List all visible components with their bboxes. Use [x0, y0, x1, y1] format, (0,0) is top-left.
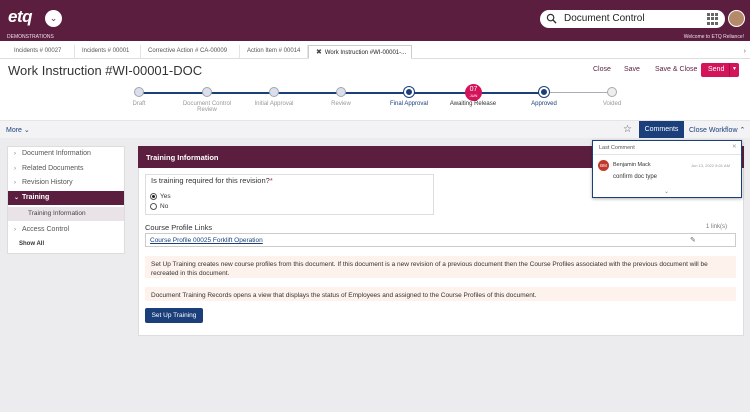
tab-scroll-arrow-icon[interactable]: ›	[744, 48, 746, 55]
nav-access-control[interactable]: › Access Control	[8, 223, 124, 237]
document-toolbar: More ⌄ ☆ Comments Close Workflow ⌃	[0, 120, 750, 139]
tab-work-instruction[interactable]: ✖ Work Instruction #WI-00001-...	[308, 45, 412, 59]
commenter-name: Benjamin Mack	[613, 162, 651, 168]
workflow-label-awaiting-release: Awaiting Release	[449, 101, 497, 107]
workflow-node-voided[interactable]	[607, 87, 617, 97]
tab-incidents-00027[interactable]: Incidents # 00027	[7, 45, 75, 59]
page-title: Work Instruction #WI-00001-DOC	[8, 63, 203, 78]
close-workflow-label: Close Workflow	[689, 127, 738, 134]
last-comment-title: Last Comment	[599, 145, 635, 151]
sub-header: DEMONSTRATIONS Welcome to ETQ Reliance!	[0, 34, 750, 41]
nav-related-documents[interactable]: › Related Documents	[8, 162, 124, 176]
workflow-node-draft[interactable]	[134, 87, 144, 97]
nav-label: Training	[22, 194, 50, 201]
setup-training-note: Set Up Training creates new course profi…	[145, 256, 736, 278]
show-all-link[interactable]: Show All	[19, 241, 44, 247]
tab-incidents-00001[interactable]: Incidents # 00001	[75, 45, 141, 59]
nav-label: Access Control	[22, 226, 70, 233]
workflow-node-doc-control-review[interactable]	[202, 87, 212, 97]
nav-label: Related Documents	[22, 165, 84, 172]
more-menu[interactable]: More ⌄	[6, 126, 30, 134]
app-menu-chevron-icon[interactable]: ⌄	[45, 10, 62, 27]
nav-revision-history[interactable]: › Revision History	[8, 176, 124, 190]
links-count: 1 link(s)	[706, 224, 728, 230]
save-button[interactable]: Save	[624, 66, 640, 73]
chevron-down-icon: ⌄	[23, 127, 30, 134]
nav-training[interactable]: ⌄ Training	[8, 191, 124, 205]
panel-title: Training Information	[146, 153, 219, 162]
chevron-right-icon: ›	[14, 227, 16, 233]
top-header: etq ⌄ Document Control	[0, 0, 750, 34]
workflow-remaining-line	[544, 92, 612, 93]
workflow-label-doc-control-review: Document Control Review	[182, 101, 232, 113]
close-icon[interactable]: ✕	[732, 144, 737, 150]
application-name: Document Control	[564, 13, 645, 24]
workflow-label-voided: Voided	[602, 101, 622, 107]
comment-date: Jun 13, 2022 8:01 AM	[691, 163, 730, 168]
application-selector[interactable]: Document Control	[540, 10, 725, 28]
more-label: More	[6, 127, 22, 134]
training-records-note: Document Training Records opens a view t…	[145, 287, 736, 301]
radio-yes-label[interactable]: Yes	[160, 193, 171, 200]
comments-button[interactable]: Comments	[639, 121, 684, 139]
etq-logo[interactable]: etq	[8, 7, 33, 27]
radio-yes[interactable]	[150, 193, 157, 200]
nav-training-information[interactable]: Training Information	[8, 207, 124, 221]
nav-label: Document Information	[22, 150, 91, 157]
divider	[593, 154, 741, 155]
nav-document-information[interactable]: › Document Information	[8, 147, 124, 161]
close-tab-icon[interactable]: ✖	[316, 49, 322, 56]
send-dropdown-icon[interactable]: ▼	[729, 63, 739, 77]
course-profile-links-label: Course Profile Links	[145, 223, 213, 232]
tab-corrective-action[interactable]: Corrective Action # CA-00009	[141, 45, 240, 59]
environment-label: DEMONSTRATIONS	[7, 34, 54, 40]
send-label: Send	[708, 66, 725, 73]
close-workflow-button[interactable]: Close Workflow ⌃	[689, 126, 745, 134]
chevron-right-icon: ›	[14, 180, 16, 186]
workflow-node-initial-approval[interactable]	[269, 87, 279, 97]
workflow-node-approved[interactable]	[539, 87, 549, 97]
eraser-icon[interactable]: ✎	[690, 236, 696, 244]
current-phase-month: JUN	[469, 93, 478, 98]
search-icon	[546, 13, 557, 24]
workflow-label-review: Review	[331, 101, 351, 107]
chevron-right-icon: ›	[14, 151, 16, 157]
workflow-node-final-approval[interactable]	[404, 87, 414, 97]
welcome-text: Welcome to ETQ Reliance!	[683, 34, 744, 40]
tab-label: Work Instruction #WI-00001-...	[324, 50, 407, 56]
required-marker: *	[269, 176, 273, 185]
radio-no-label[interactable]: No	[160, 203, 168, 210]
favorite-star-icon[interactable]: ☆	[623, 124, 632, 135]
comment-text: confirm doc type	[613, 174, 658, 180]
radio-no[interactable]	[150, 203, 157, 210]
workflow-node-awaiting-release[interactable]: 07 JUN	[465, 84, 482, 101]
app-grid-icon[interactable]	[707, 13, 719, 25]
workflow-node-review[interactable]	[336, 87, 346, 97]
save-close-button[interactable]: Save & Close	[655, 66, 697, 73]
workflow-label-approved: Approved	[531, 101, 557, 107]
document-tabs: Incidents # 00027 Incidents # 00001 Corr…	[0, 43, 750, 59]
course-profile-link[interactable]: Course Profile 00025 Forklift Operation	[150, 237, 263, 244]
chevron-down-icon: ⌄	[14, 195, 20, 201]
set-up-training-button[interactable]: Set Up Training	[145, 308, 203, 323]
close-button[interactable]: Close	[593, 66, 611, 73]
send-button[interactable]: Send ▼	[701, 63, 739, 77]
collapse-icon: ⌃	[739, 127, 746, 134]
tab-action-item[interactable]: Action Item # 00014	[240, 45, 308, 59]
question-text: Is training required for this revision?	[151, 176, 270, 185]
user-avatar[interactable]	[728, 10, 745, 27]
workflow-label-initial-approval: Initial Approval	[254, 101, 294, 107]
training-required-question: Is training required for this revision?*	[151, 176, 273, 185]
workflow-label-final-approval: Final Approval	[389, 101, 429, 107]
nav-label: Revision History	[22, 179, 73, 186]
workflow-label-draft: Draft	[132, 101, 146, 107]
expand-double-chevron-icon[interactable]: ⌄	[664, 188, 669, 195]
commenter-avatar: BM	[598, 160, 609, 171]
chevron-right-icon: ›	[14, 166, 16, 172]
